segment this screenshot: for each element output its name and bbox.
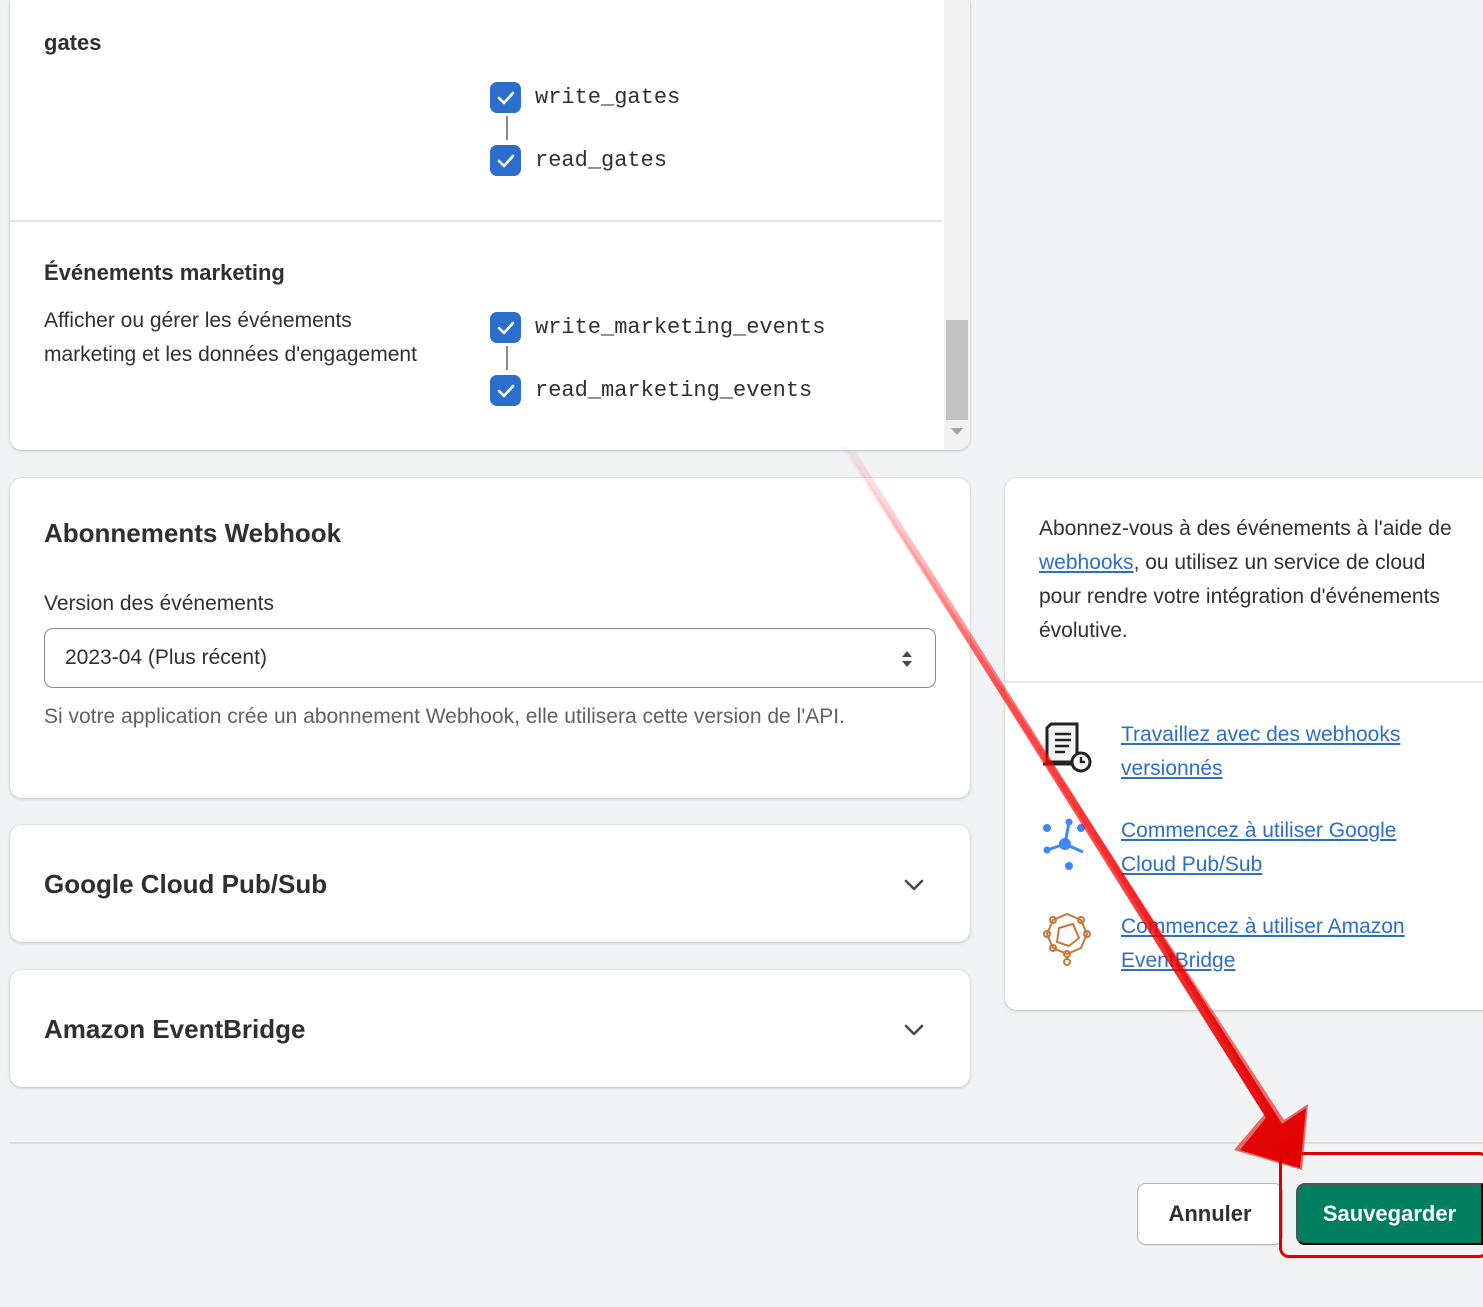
resource-link-versioned-webhooks[interactable]: Travaillez avec des webhooks versionnés bbox=[1121, 718, 1451, 786]
resource-amazon-eventbridge[interactable]: Commencez à utiliser Amazon EventBridge bbox=[1039, 910, 1479, 978]
permission-write-gates[interactable]: write_gates bbox=[490, 82, 680, 113]
event-version-value: 2023-04 (Plus récent) bbox=[65, 646, 267, 669]
sidebar-divider bbox=[1005, 681, 1483, 683]
resource-versioned-webhooks[interactable]: Travaillez avec des webhooks versionnés bbox=[1039, 718, 1479, 786]
permission-read-gates[interactable]: read_gates bbox=[490, 145, 667, 176]
scope-section-marketing: Événements marketing Afficher ou gérer l… bbox=[10, 222, 942, 450]
event-version-select[interactable]: 2023-04 (Plus récent) bbox=[44, 628, 936, 688]
google-pubsub-title: Google Cloud Pub/Sub bbox=[44, 869, 328, 899]
amazon-eventbridge-title: Amazon EventBridge bbox=[44, 1014, 306, 1044]
chevron-down-icon[interactable] bbox=[902, 1018, 926, 1042]
resource-google-pubsub[interactable]: Commencez à utiliser Google Cloud Pub/Su… bbox=[1039, 814, 1479, 882]
permission-label: write_marketing_events bbox=[535, 315, 826, 340]
permission-label: read_gates bbox=[535, 148, 668, 173]
chevron-down-icon[interactable] bbox=[902, 873, 926, 897]
webhooks-link[interactable]: webhooks bbox=[1039, 551, 1134, 574]
cancel-button[interactable]: Annuler bbox=[1137, 1183, 1283, 1245]
webhook-card-title: Abonnements Webhook bbox=[44, 518, 342, 548]
eventbridge-icon bbox=[1043, 912, 1091, 966]
permission-write-marketing-events[interactable]: write_marketing_events bbox=[490, 312, 825, 343]
permission-connector bbox=[506, 346, 508, 370]
scope-title-gates: gates bbox=[44, 30, 102, 55]
pubsub-icon bbox=[1043, 818, 1085, 870]
resource-link-amazon-eventbridge[interactable]: Commencez à utiliser Amazon EventBridge bbox=[1121, 910, 1451, 978]
checkbox-checked-icon[interactable] bbox=[490, 312, 521, 343]
sidebar-info-card: Abonnez-vous à des événements à l'aide d… bbox=[1005, 478, 1483, 1010]
permission-label: read_marketing_events bbox=[535, 378, 813, 403]
scope-title-marketing: Événements marketing bbox=[44, 260, 285, 285]
amazon-eventbridge-card[interactable]: Amazon EventBridge bbox=[10, 970, 970, 1087]
permission-connector bbox=[506, 116, 508, 140]
event-version-help-text: Si votre application crée un abonnement … bbox=[44, 705, 845, 728]
document-clock-icon bbox=[1043, 722, 1092, 773]
event-version-label: Version des événements bbox=[44, 592, 274, 615]
webhook-subscriptions-card: Abonnements Webhook Version des événemen… bbox=[10, 478, 970, 798]
checkbox-checked-icon[interactable] bbox=[490, 145, 521, 176]
scroll-down-arrow-icon[interactable] bbox=[951, 428, 963, 435]
select-arrows-icon bbox=[902, 651, 912, 667]
scope-section-gates: gates write_gates read_gates bbox=[10, 0, 942, 220]
permission-label: write_gates bbox=[535, 85, 681, 110]
checkbox-checked-icon[interactable] bbox=[490, 82, 521, 113]
intro-text-start: Abonnez-vous à des événements à l'aide d… bbox=[1039, 517, 1452, 540]
scrollbar-thumb[interactable] bbox=[946, 320, 968, 420]
resource-link-google-pubsub[interactable]: Commencez à utiliser Google Cloud Pub/Su… bbox=[1121, 814, 1451, 882]
save-button[interactable]: Sauvegarder bbox=[1296, 1183, 1483, 1245]
permission-read-marketing-events[interactable]: read_marketing_events bbox=[490, 375, 812, 406]
sidebar-intro-text: Abonnez-vous à des événements à l'aide d… bbox=[1039, 512, 1459, 648]
scopes-card: gates write_gates read_gates Événements … bbox=[10, 0, 970, 450]
checkbox-checked-icon[interactable] bbox=[490, 375, 521, 406]
footer-divider bbox=[10, 1142, 1483, 1144]
google-pubsub-card[interactable]: Google Cloud Pub/Sub bbox=[10, 825, 970, 942]
scope-description: Afficher ou gérer les événements marketi… bbox=[44, 309, 417, 366]
